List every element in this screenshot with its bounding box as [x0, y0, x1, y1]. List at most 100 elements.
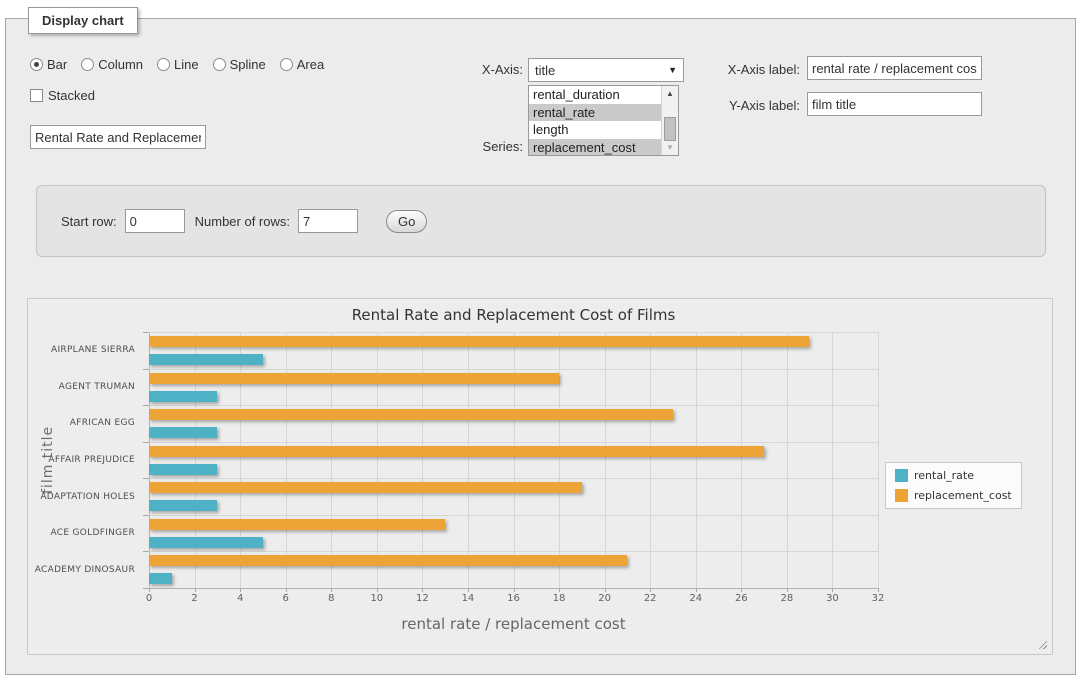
- bar-segment-replacement_cost[interactable]: [149, 519, 445, 530]
- category-label: AFRICAN EGG: [28, 405, 135, 442]
- display-chart-fieldset: Display chart Bar Column Line Spline Are…: [5, 18, 1076, 675]
- gridline: [240, 332, 241, 588]
- gridline: [149, 478, 878, 479]
- category-label: ADAPTATION HOLES: [28, 478, 135, 515]
- gridline: [149, 551, 878, 552]
- x-tick-label: 10: [370, 593, 383, 604]
- gridline: [514, 332, 515, 588]
- tick-mark: [143, 551, 149, 552]
- stacked-label: Stacked: [48, 88, 95, 103]
- row-controls-panel: Start row: Number of rows: Go: [36, 185, 1046, 257]
- radio-line[interactable]: Line: [157, 57, 199, 72]
- gridline: [149, 442, 878, 443]
- scroll-down-icon[interactable]: ▼: [662, 140, 678, 155]
- radio-label: Column: [98, 57, 143, 72]
- bar-segment-rental_rate[interactable]: [149, 354, 263, 365]
- chart-title: Rental Rate and Replacement Cost of Film…: [149, 306, 878, 324]
- x-tick-label: 0: [146, 593, 152, 604]
- bar-segment-rental_rate[interactable]: [149, 464, 217, 475]
- x-tick-label: 32: [872, 593, 885, 604]
- radio-icon: [30, 58, 43, 71]
- gridline: [422, 332, 423, 588]
- gridline: [195, 332, 196, 588]
- start-row-input[interactable]: [125, 209, 185, 233]
- checkbox-icon: [30, 89, 43, 102]
- resize-handle-icon[interactable]: [1037, 639, 1047, 649]
- x-axis-select-label: X-Axis:: [406, 62, 523, 77]
- bar-segment-rental_rate[interactable]: [149, 573, 172, 584]
- bar-segment-replacement_cost[interactable]: [149, 555, 627, 566]
- chart-type-radio-group: Bar Column Line Spline Area: [30, 57, 324, 72]
- gridline: [787, 332, 788, 588]
- x-axis-label-input[interactable]: [807, 56, 982, 80]
- radio-bar[interactable]: Bar: [30, 57, 67, 72]
- radio-spline[interactable]: Spline: [213, 57, 266, 72]
- series-option-rental-rate[interactable]: rental_rate: [529, 104, 661, 122]
- radio-area[interactable]: Area: [280, 57, 324, 72]
- radio-icon: [213, 58, 226, 71]
- legend-item-rental_rate[interactable]: rental_rate: [895, 469, 1012, 482]
- x-tick-label: 20: [598, 593, 611, 604]
- gridline: [377, 332, 378, 588]
- gridline: [696, 332, 697, 588]
- series-option-replacement-cost[interactable]: replacement_cost: [529, 139, 661, 156]
- x-tick-label: 8: [328, 593, 334, 604]
- x-tick-label: 28: [781, 593, 794, 604]
- tick-mark: [143, 478, 149, 479]
- radio-icon: [81, 58, 94, 71]
- series-listbox: rental_duration rental_rate length repla…: [528, 85, 679, 156]
- radio-label: Area: [297, 57, 324, 72]
- x-tick-label: 4: [237, 593, 243, 604]
- legend-swatch-icon: [895, 489, 908, 502]
- category-label: ACADEMY DINOSAUR: [28, 551, 135, 588]
- bar-segment-rental_rate[interactable]: [149, 500, 217, 511]
- x-axis-label-label: X-Axis label:: [656, 62, 800, 77]
- bar-segment-replacement_cost[interactable]: [149, 446, 764, 457]
- scrollbar-thumb[interactable]: [664, 117, 676, 141]
- stacked-checkbox-row[interactable]: Stacked: [30, 88, 95, 103]
- num-rows-label: Number of rows:: [195, 214, 290, 229]
- start-row-label: Start row:: [61, 214, 117, 229]
- radio-label: Bar: [47, 57, 67, 72]
- series-options: rental_duration rental_rate length repla…: [529, 86, 661, 155]
- radio-label: Line: [174, 57, 199, 72]
- category-label: ACE GOLDFINGER: [28, 515, 135, 552]
- category-label: AFFAIR PREJUDICE: [28, 442, 135, 479]
- bar-segment-replacement_cost[interactable]: [149, 482, 582, 493]
- num-rows-input[interactable]: [298, 209, 358, 233]
- x-tick-label: 24: [689, 593, 702, 604]
- category-label: AGENT TRUMAN: [28, 369, 135, 406]
- bar-segment-rental_rate[interactable]: [149, 537, 263, 548]
- x-tick-label: 6: [283, 593, 289, 604]
- category-labels: AIRPLANE SIERRAAGENT TRUMANAFRICAN EGGAF…: [28, 332, 142, 588]
- legend-label: replacement_cost: [914, 489, 1012, 502]
- legend-swatch-icon: [895, 469, 908, 482]
- gridline: [878, 332, 879, 588]
- series-listbox-scrollbar[interactable]: ▲ ▼: [661, 86, 678, 155]
- bar-segment-replacement_cost[interactable]: [149, 409, 673, 420]
- x-axis-selected-value: title: [535, 63, 555, 78]
- tick-mark: [143, 515, 149, 516]
- chart-title-input[interactable]: [30, 125, 206, 149]
- gridline: [468, 332, 469, 588]
- gridline: [650, 332, 651, 588]
- go-button[interactable]: Go: [386, 210, 427, 233]
- bar-segment-rental_rate[interactable]: [149, 427, 217, 438]
- radio-icon: [280, 58, 293, 71]
- tick-mark: [878, 588, 879, 592]
- legend-item-replacement_cost[interactable]: replacement_cost: [895, 489, 1012, 502]
- gridline: [149, 588, 878, 589]
- x-axis-title: rental rate / replacement cost: [149, 615, 878, 633]
- bar-segment-replacement_cost[interactable]: [149, 373, 559, 384]
- bar-segment-rental_rate[interactable]: [149, 391, 217, 402]
- series-option-length[interactable]: length: [529, 121, 661, 139]
- x-tick-label: 30: [826, 593, 839, 604]
- y-axis-label-input[interactable]: [807, 92, 982, 116]
- gridline: [149, 332, 150, 588]
- series-option-rental-duration[interactable]: rental_duration: [529, 86, 661, 104]
- x-tick-label: 18: [553, 593, 566, 604]
- gridline: [605, 332, 606, 588]
- bar-segment-replacement_cost[interactable]: [149, 336, 809, 347]
- gridline: [832, 332, 833, 588]
- radio-column[interactable]: Column: [81, 57, 143, 72]
